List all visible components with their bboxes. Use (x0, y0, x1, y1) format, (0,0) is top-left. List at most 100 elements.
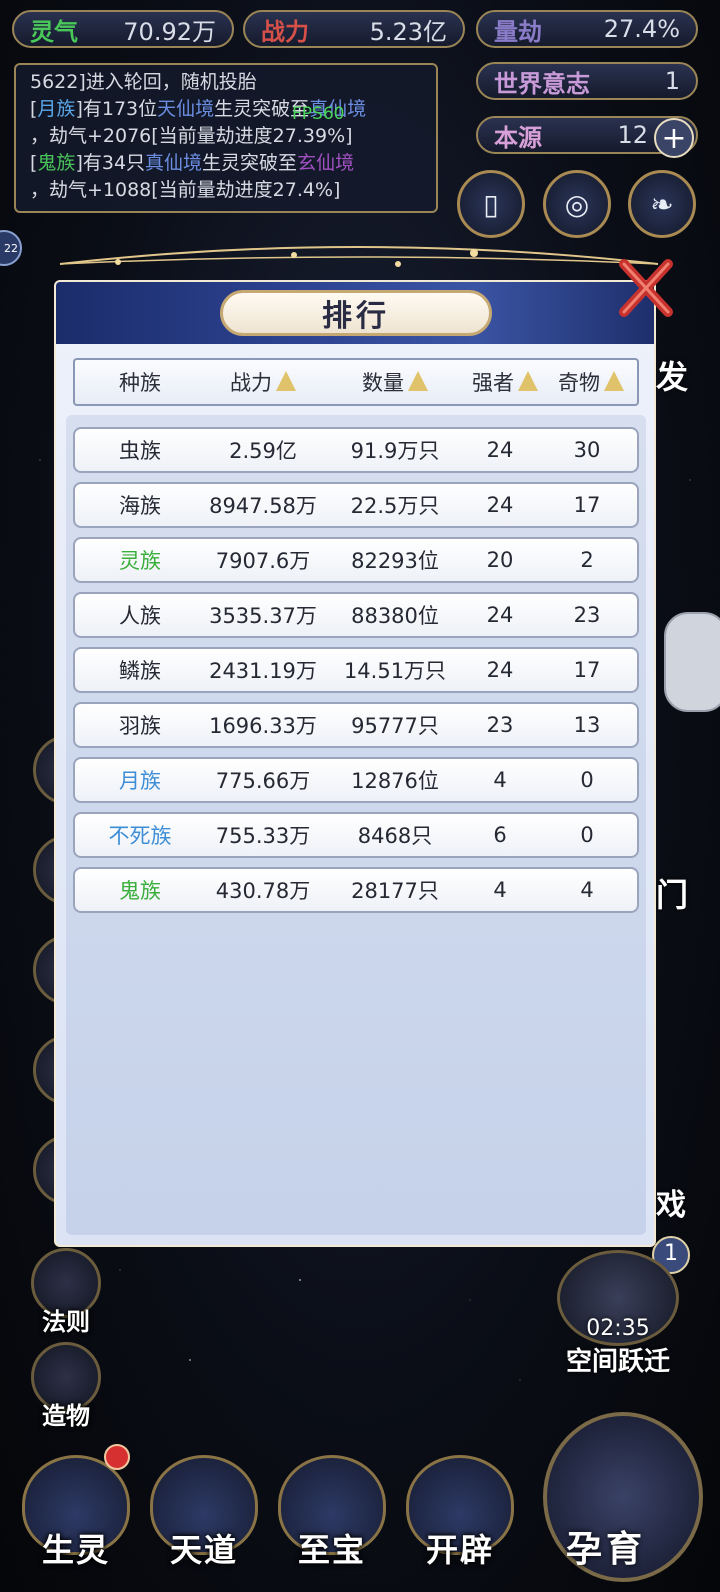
world-will-bar[interactable]: 世界意志 1 (476, 62, 698, 100)
col-power-sort[interactable]: 战力 (203, 360, 323, 404)
race-name: 月族 (119, 769, 161, 793)
race-strong: 24 (486, 438, 514, 462)
sheng-ling-label: 生灵 (41, 1531, 110, 1569)
col-race: 种族 (119, 371, 161, 395)
table-row[interactable]: 灵族 7907.6万 82293位 20 2 (73, 537, 639, 583)
fa-ze-label: 法则 (42, 1307, 90, 1336)
zhi-bao-button[interactable]: 至宝 (272, 1455, 392, 1585)
race-strong: 24 (486, 658, 514, 682)
col-strong-sort[interactable]: 强者 (465, 360, 545, 404)
liangjie-bar[interactable]: 量劫 27.4% (476, 10, 698, 48)
modal-header: 排行 (56, 282, 654, 344)
log-realm: 玄仙境 (297, 152, 355, 174)
lingqi-bar[interactable]: 灵气 70.92万 (12, 10, 234, 48)
table-row[interactable]: 不死族 755.33万 8468只 6 0 (73, 812, 639, 858)
sort-arrow-icon (408, 371, 428, 391)
add-benyuan-button[interactable]: + (654, 118, 694, 158)
race-strong: 20 (486, 548, 514, 572)
sort-arrow-icon (604, 371, 624, 391)
left-avatar[interactable]: 22 (0, 230, 22, 266)
feather-icon[interactable]: ❧ (628, 170, 696, 238)
race-strong: 23 (486, 713, 514, 737)
race-power: 2431.19万 (209, 659, 317, 683)
race-count: 88380位 (351, 604, 439, 628)
race-treasure: 2 (580, 548, 594, 572)
zhanli-label: 战力 (261, 16, 309, 46)
kai-pi-label: 开辟 (425, 1531, 494, 1569)
race-strong: 24 (486, 493, 514, 517)
liangjie-value: 27.4% (603, 15, 680, 43)
race-treasure: 17 (573, 658, 601, 682)
race-name: 鳞族 (119, 659, 161, 683)
race-power: 1696.33万 (209, 714, 317, 738)
event-log: 5622]进入轮回，随机投胎 [月族]有173位天仙境生灵突破至真仙境 ，劫气+… (14, 63, 438, 213)
race-treasure: 30 (573, 438, 601, 462)
race-strong: 4 (493, 768, 507, 792)
race-name: 灵族 (119, 549, 161, 573)
race-count: 95777只 (351, 714, 439, 738)
race-name: 羽族 (119, 714, 161, 738)
zhi-bao-label: 至宝 (297, 1531, 366, 1569)
table-row[interactable]: 鳞族 2431.19万 14.51万只 24 17 (73, 647, 639, 693)
vortex-icon[interactable]: ◎ (543, 170, 611, 238)
kai-pi-button[interactable]: 开辟 (400, 1455, 520, 1585)
zhanli-bar[interactable]: 战力 5.23亿 (243, 10, 465, 48)
table-row[interactable]: 羽族 1696.33万 95777只 23 13 (73, 702, 639, 748)
tian-dao-label: 天道 (169, 1531, 238, 1569)
card-icon[interactable]: ▯ (457, 170, 525, 238)
modal-decoration (59, 246, 659, 267)
ranking-modal: 排行 种族 战力 数量 强者 奇物 虫族 2.59亿 91.9万只 24 30 … (54, 280, 656, 1247)
log-realm: 真仙境 (145, 152, 203, 174)
liangjie-label: 量劫 (494, 16, 542, 46)
race-power: 775.66万 (215, 769, 311, 793)
lingqi-value: 70.92万 (123, 17, 216, 46)
race-power: 2.59亿 (229, 439, 297, 463)
table-row[interactable]: 月族 775.66万 12876位 4 0 (73, 757, 639, 803)
zhanli-value: 5.23亿 (369, 17, 447, 46)
col-treasure-sort[interactable]: 奇物 (549, 360, 633, 404)
table-row[interactable]: 海族 8947.58万 22.5万只 24 17 (73, 482, 639, 528)
tian-dao-button[interactable]: 天道 (144, 1455, 264, 1585)
log-race-moon: 月族 (37, 98, 76, 120)
race-count: 28177只 (351, 879, 439, 903)
right-edge-handle[interactable] (664, 612, 720, 712)
ranking-list: 虫族 2.59亿 91.9万只 24 30 海族 8947.58万 22.5万只… (66, 415, 646, 1235)
sort-arrow-icon (518, 371, 538, 391)
race-name: 海族 (119, 494, 161, 518)
race-strong: 24 (486, 603, 514, 627)
sheng-ling-button[interactable]: 生灵 (16, 1455, 136, 1585)
race-count: 12876位 (351, 769, 439, 793)
space-jump-button[interactable]: 02:35 空间跃迁 (553, 1250, 683, 1378)
space-jump-timer: 02:35 (586, 1316, 650, 1341)
log-realm: 天仙境 (157, 98, 215, 120)
log-race-ghost: 鬼族 (37, 152, 76, 174)
yun-yu-label: 孕育 (566, 1528, 647, 1570)
race-power: 3535.37万 (209, 604, 317, 628)
race-strong: 4 (493, 878, 507, 902)
race-name: 鬼族 (119, 879, 161, 903)
table-row[interactable]: 虫族 2.59亿 91.9万只 24 30 (73, 427, 639, 473)
col-count-sort[interactable]: 数量 (330, 360, 460, 404)
fps-counter: FPS60 (292, 104, 345, 124)
log-line: [月族]有173位天仙境生灵突破至真仙境 (30, 98, 367, 120)
close-icon[interactable] (616, 256, 676, 320)
race-treasure: 0 (580, 768, 594, 792)
table-row[interactable]: 鬼族 430.78万 28177只 4 4 (73, 867, 639, 913)
race-name: 人族 (119, 604, 161, 628)
right-partial-label: 戏 (656, 1188, 686, 1223)
benyuan-bar[interactable]: 本源 12 + (476, 116, 698, 158)
benyuan-label: 本源 (494, 122, 542, 152)
race-power: 7907.6万 (215, 549, 311, 573)
lingqi-label: 灵气 (30, 16, 78, 46)
fa-ze-button[interactable]: 法则 (26, 1248, 106, 1337)
race-count: 8468只 (357, 824, 433, 848)
race-treasure: 13 (573, 713, 601, 737)
table-row[interactable]: 人族 3535.37万 88380位 24 23 (73, 592, 639, 638)
race-count: 22.5万只 (350, 494, 440, 518)
log-line: [鬼族]有34只真仙境生灵突破至玄仙境 (30, 152, 355, 174)
log-line: 5622]进入轮回，随机投胎 (30, 71, 257, 93)
race-count: 14.51万只 (343, 659, 447, 683)
log-line: ，劫气+2076[当前量劫进度27.39%] (30, 125, 353, 147)
zao-wu-button[interactable]: 造物 (26, 1342, 106, 1431)
race-treasure: 23 (573, 603, 601, 627)
